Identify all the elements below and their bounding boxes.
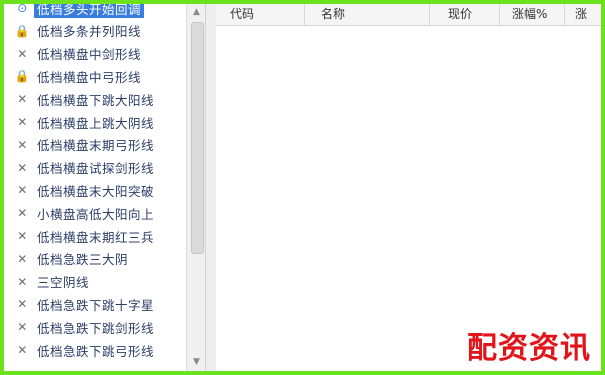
- close-icon: ✕: [17, 343, 28, 357]
- column-header-change-pct[interactable]: 涨幅%: [500, 4, 565, 25]
- column-header-name[interactable]: 名称: [305, 4, 430, 25]
- formula-tree-panel: ⊙ 低档多头开始回调 🔒 低档多条并列阳线 ✕ 低档横盘中剑形线 🔒 低档横盘中弓形线 ✕ 低档横…: [4, 4, 205, 371]
- tree-item[interactable]: ✕ 低档横盘下跳大阳线: [4, 88, 188, 110]
- stock-result-table: 代码 名称 现价 涨幅% 涨: [216, 4, 601, 371]
- tree-item[interactable]: ✕ 低档横盘上跳大阴线: [4, 111, 188, 133]
- tree-item[interactable]: ✕ 三空阴线: [4, 271, 188, 293]
- scroll-down-arrow-icon[interactable]: ▼: [191, 357, 202, 368]
- close-icon: ✕: [17, 229, 28, 243]
- tree-item[interactable]: ✕ 低档急跌下跳剑形线: [4, 316, 188, 338]
- tree-item-label: 三空阴线: [37, 275, 90, 291]
- tree-item[interactable]: ✕ 低档横盘末期弓形线: [4, 134, 188, 156]
- tree-item-label: 低档横盘末期红三兵: [37, 229, 155, 245]
- tree-item[interactable]: ✕ 低档急跌下跳弓形线: [4, 339, 188, 361]
- lock-icon: 🔒: [14, 69, 31, 84]
- tree-item-label: 小横盘高低大阳向上: [37, 206, 155, 222]
- tree-item-label: 低档急跌下跳剑形线: [37, 320, 155, 336]
- close-icon: ✕: [17, 160, 28, 175]
- tree-item-label: 低档横盘末期弓形线: [37, 138, 155, 154]
- scroll-thumb[interactable]: [191, 22, 204, 254]
- tree-item-label: 低档横盘试探剑形线: [37, 161, 155, 177]
- tree-item-label: 低档急跌下跳弓形线: [37, 343, 155, 359]
- close-icon: ✕: [17, 92, 28, 107]
- close-icon: ✕: [17, 137, 28, 152]
- tree-item[interactable]: ⊙ 低档多头开始回调: [4, 4, 188, 19]
- tree-item[interactable]: 🔒 低档横盘中弓形线: [4, 65, 188, 87]
- tree-item[interactable]: ✕ 低档急跌下跳十字星: [4, 293, 188, 315]
- tree-item-label: 低档多条并列阳线: [37, 24, 142, 40]
- tree-item-label: 低档多头开始回调: [34, 4, 145, 18]
- tree-item-label: 低档急跌下跳十字星: [37, 297, 155, 313]
- tree-item-label: 低档横盘中剑形线: [37, 47, 142, 63]
- tree-item-label: 低档横盘中弓形线: [37, 69, 142, 85]
- check-icon: ⊙: [17, 4, 28, 15]
- close-icon: ✕: [17, 46, 28, 61]
- close-icon: ✕: [17, 274, 28, 289]
- close-icon: ✕: [17, 183, 28, 198]
- close-icon: ✕: [17, 115, 28, 129]
- tree-item[interactable]: ✕ 低档横盘末期红三兵: [4, 225, 188, 247]
- tree-item-label: 低档横盘末大阳突破: [37, 183, 155, 199]
- tree-scrollbar[interactable]: ▲ ▼: [186, 4, 206, 371]
- lock-icon: 🔒: [14, 23, 31, 38]
- tree-item-label: 低档横盘上跳大阴线: [37, 115, 155, 131]
- tree-item[interactable]: ✕ 低档急跌三大阴: [4, 248, 188, 270]
- tree-item[interactable]: ✕ 低档横盘中剑形线: [4, 43, 188, 65]
- tree-item[interactable]: ✕ 小横盘高低大阳向上: [4, 202, 188, 224]
- column-header-price[interactable]: 现价: [430, 4, 500, 25]
- tree-item[interactable]: ✕ 低档横盘末大阳突破: [4, 179, 188, 201]
- tree-item[interactable]: ✕ 低档横盘试探剑形线: [4, 157, 188, 179]
- scroll-up-arrow-icon[interactable]: ▲: [191, 7, 202, 18]
- tree-item-label: 低档急跌三大阴: [37, 252, 129, 268]
- close-icon: ✕: [17, 297, 28, 312]
- watermark-text: 配资资讯: [467, 331, 591, 366]
- tree-item[interactable]: 🔒 低档多条并列阳线: [4, 20, 188, 42]
- column-header-code[interactable]: 代码: [216, 4, 305, 25]
- close-icon: ✕: [17, 251, 28, 266]
- column-header-more[interactable]: 涨: [565, 4, 601, 25]
- close-icon: ✕: [17, 206, 28, 221]
- table-header-row: 代码 名称 现价 涨幅% 涨: [216, 4, 601, 26]
- close-icon: ✕: [17, 320, 28, 335]
- tree-item-label: 低档横盘下跳大阳线: [37, 92, 155, 108]
